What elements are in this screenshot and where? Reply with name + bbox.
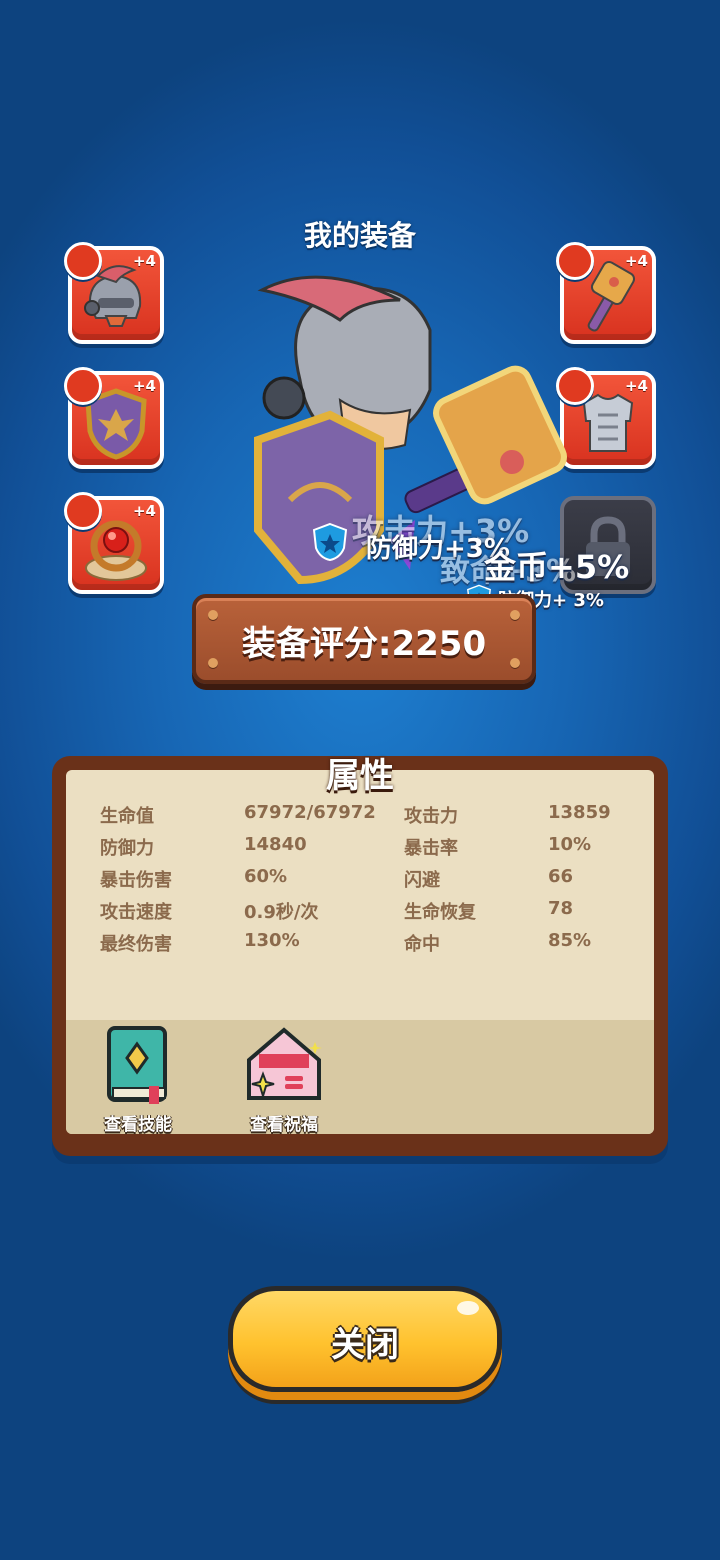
slot-ring[interactable]: +4 [64, 492, 164, 594]
attributes-title: 属性 [326, 756, 394, 796]
defense-shield-icon [312, 522, 348, 562]
stat-name: 防御力 [100, 838, 154, 859]
helmet-badge-icon [64, 242, 102, 280]
stat-value: 67972/67972 [244, 802, 376, 823]
stat-value: 13859 [548, 802, 611, 823]
slot-level: +4 [132, 377, 156, 395]
close-button-label: 关闭 [331, 1325, 399, 1365]
slot-helmet[interactable]: +4 [64, 242, 164, 344]
ring-badge-icon [64, 492, 102, 530]
slot-shield[interactable]: +4 [64, 367, 164, 469]
stat-value: 66 [548, 866, 574, 887]
equipment-score-plank: 装备评分:2250 [192, 594, 536, 684]
close-button[interactable]: 关闭 [228, 1286, 502, 1392]
stat-value: 10% [548, 834, 592, 855]
button-shine [457, 1301, 479, 1315]
stat-name: 攻击速度 [100, 902, 172, 923]
stat-name: 暴击率 [404, 838, 458, 859]
blessing-letter-icon [247, 1027, 322, 1100]
stat-name: 最终伤害 [100, 934, 172, 955]
stat-value: 78 [548, 898, 574, 919]
stat-value: 85% [548, 930, 592, 951]
stat-name: 攻击力 [404, 806, 458, 827]
slot-level: +4 [132, 502, 156, 520]
slot-level: +4 [624, 377, 648, 395]
buff-gold: 金币+5% [484, 548, 630, 586]
view-blessings-label: 查看祝福 [250, 1115, 318, 1135]
view-skills-button[interactable]: 查看技能 [88, 1024, 188, 1135]
slot-level: +4 [132, 252, 156, 270]
stat-name: 生命值 [100, 806, 154, 827]
stat-name: 暴击伤害 [100, 870, 172, 891]
stat-value: 60% [244, 866, 288, 887]
shield-badge-icon [64, 367, 102, 405]
skill-book-icon [107, 1026, 167, 1104]
view-skills-label: 查看技能 [104, 1115, 172, 1135]
stat-name: 命中 [404, 934, 440, 955]
stat-value: 130% [244, 930, 300, 951]
stat-value: 14840 [244, 834, 307, 855]
view-blessings-button[interactable]: 查看祝福 [234, 1024, 334, 1135]
stat-name: 生命恢复 [404, 902, 476, 923]
stat-value: 0.9秒/次 [244, 902, 319, 923]
equipment-score: 装备评分:2250 [241, 624, 487, 664]
stat-name: 闪避 [404, 870, 440, 891]
slot-level: +4 [624, 252, 648, 270]
